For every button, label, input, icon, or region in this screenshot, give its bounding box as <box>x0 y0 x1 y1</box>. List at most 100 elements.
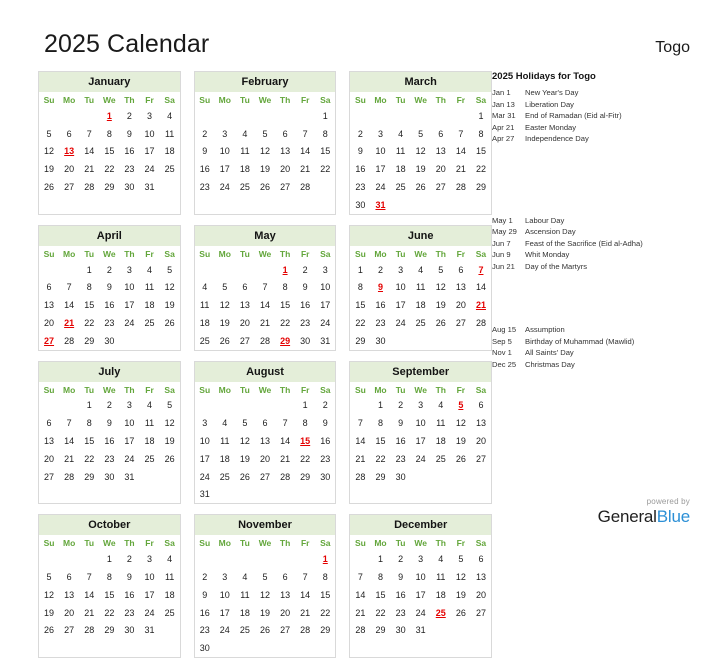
day-cell: 30 <box>395 471 406 482</box>
day-cell: 22 <box>104 164 115 175</box>
day-cell: 2 <box>126 110 132 121</box>
day-cell: 24 <box>219 182 230 193</box>
weekday-th: Th <box>435 248 446 259</box>
day-cell: 3 <box>126 264 132 275</box>
holiday-name: Whit Monday <box>525 250 570 259</box>
week-row: 29 30 <box>350 332 491 350</box>
day-cell: 5 <box>46 128 52 139</box>
day-cell: 11 <box>395 146 406 157</box>
day-cell: 31 <box>144 625 155 636</box>
day-cell-empty <box>160 468 180 486</box>
day-cell-empty <box>160 332 180 350</box>
day-cell: 3 <box>418 554 424 565</box>
day-cell: 1 <box>302 400 308 411</box>
day-cell: 26 <box>164 317 175 328</box>
day-cell: 13 <box>239 300 250 311</box>
day-cell: 7 <box>302 571 308 582</box>
month-block-april: April Su Mo Tu We Th Fr Sa 1 2 3 4 5 6 7 8 9 10 11 12 13 14 15… <box>38 224 181 351</box>
day-cell: 22 <box>375 453 386 464</box>
day-cell: 3 <box>202 418 208 429</box>
day-cell: 19 <box>44 164 55 175</box>
brand-wordmark: GeneralBlue <box>598 507 691 526</box>
weekday-mo: Mo <box>218 95 231 105</box>
weekday-th: Th <box>124 95 135 105</box>
day-cell: 3 <box>147 554 153 565</box>
day-cell: 13 <box>64 589 75 600</box>
day-cell: 8 <box>357 282 363 293</box>
holiday-date: Jan 1 <box>492 88 511 97</box>
weekday-tu: Tu <box>395 538 406 549</box>
week-row: 7 8 9 10 11 12 13 <box>350 414 491 432</box>
day-cell: 11 <box>144 418 155 429</box>
day-cell: 5 <box>242 418 248 429</box>
week-row: 26 27 28 29 30 31 <box>39 178 180 196</box>
day-cell: 25 <box>164 164 175 175</box>
day-cell: 19 <box>164 436 175 447</box>
day-cell: 12 <box>44 589 55 600</box>
day-cell: 12 <box>259 589 270 600</box>
day-cell: 10 <box>415 571 426 582</box>
day-cell: 29 <box>375 471 386 482</box>
day-cell: 1 <box>106 554 112 565</box>
day-cell: 17 <box>415 589 426 600</box>
holiday-date: Nov 1 <box>492 348 512 357</box>
day-cell: 4 <box>242 128 248 139</box>
weekday-header-row: Su Mo Tu We Th Fr Sa <box>350 246 491 261</box>
day-cell: 14 <box>64 300 75 311</box>
day-cell: 22 <box>320 607 331 618</box>
holiday-date: Jun 9 <box>492 250 511 259</box>
day-cell: 30 <box>104 471 115 482</box>
weekday-sa: Sa <box>475 538 487 549</box>
day-cell: 28 <box>355 471 366 482</box>
weekday-su: Su <box>43 538 55 549</box>
day-cell: 13 <box>475 418 486 429</box>
weekday-sa: Sa <box>475 384 487 395</box>
weekday-fr: Fr <box>145 384 154 395</box>
weekday-tu: Tu <box>84 95 95 105</box>
weekday-we: We <box>103 95 116 105</box>
month-title: August <box>194 361 336 382</box>
weekday-th: Th <box>279 384 291 395</box>
day-cell: 25 <box>435 453 446 464</box>
day-cell: 15 <box>104 589 115 600</box>
day-cell: 31 <box>415 625 426 636</box>
day-cell: 4 <box>242 571 248 582</box>
holiday-date: Dec 25 <box>492 359 517 369</box>
day-cell: 3 <box>222 571 228 582</box>
day-cell: 13 <box>280 589 291 600</box>
week-row: 2 3 4 5 6 7 8 <box>195 568 336 586</box>
day-cell: 8 <box>377 418 383 429</box>
weekday-su: Su <box>354 538 366 549</box>
month-title: December <box>350 515 492 536</box>
month-block-december: December Su Mo Tu We Th Fr Sa 1 2 3 4 5 6 7 8 9 10 11 12 13 1… <box>349 514 493 658</box>
month-title: April <box>39 225 180 246</box>
day-cell: 13 <box>259 436 270 447</box>
day-cell-empty <box>431 621 451 639</box>
month-block-august: August Su Mo Tu We Th Fr Sa 1 2 3 4 5 6 7 8 9 10 11 12 13 14 1… <box>193 360 337 505</box>
day-cell: 12 <box>219 300 230 311</box>
weekday-header-row: Su Mo Tu We Th Fr Sa <box>350 92 491 107</box>
day-cell: 13 <box>44 436 55 447</box>
day-cell-holiday: 1 <box>322 554 328 565</box>
weekday-fr: Fr <box>145 95 154 105</box>
weekday-mo: Mo <box>63 95 76 105</box>
weekday-su: Su <box>354 95 366 105</box>
country-label: Togo <box>655 39 690 56</box>
day-cell: 11 <box>164 128 175 139</box>
holiday-group: May 1 Labour Day May 29 Ascension Day Jun 7 F… <box>492 215 712 273</box>
month-title: October <box>39 515 180 536</box>
day-cell: 18 <box>144 436 155 447</box>
day-cell: 18 <box>164 146 175 157</box>
day-cell: 21 <box>300 164 311 175</box>
day-cell: 6 <box>438 128 444 139</box>
day-cell: 11 <box>144 282 155 293</box>
day-cell: 6 <box>458 264 464 275</box>
day-cell-holiday: 21 <box>64 317 75 328</box>
day-cell: 6 <box>66 571 72 582</box>
week-row: 30 31 <box>350 196 491 214</box>
week-row: 17 18 19 20 21 22 23 <box>195 450 336 468</box>
holiday-item: Jun 21 Day of the Martyrs <box>492 261 712 273</box>
weekday-su: Su <box>43 384 55 395</box>
day-cell: 14 <box>280 436 291 447</box>
holiday-date: May 1 <box>492 215 513 225</box>
